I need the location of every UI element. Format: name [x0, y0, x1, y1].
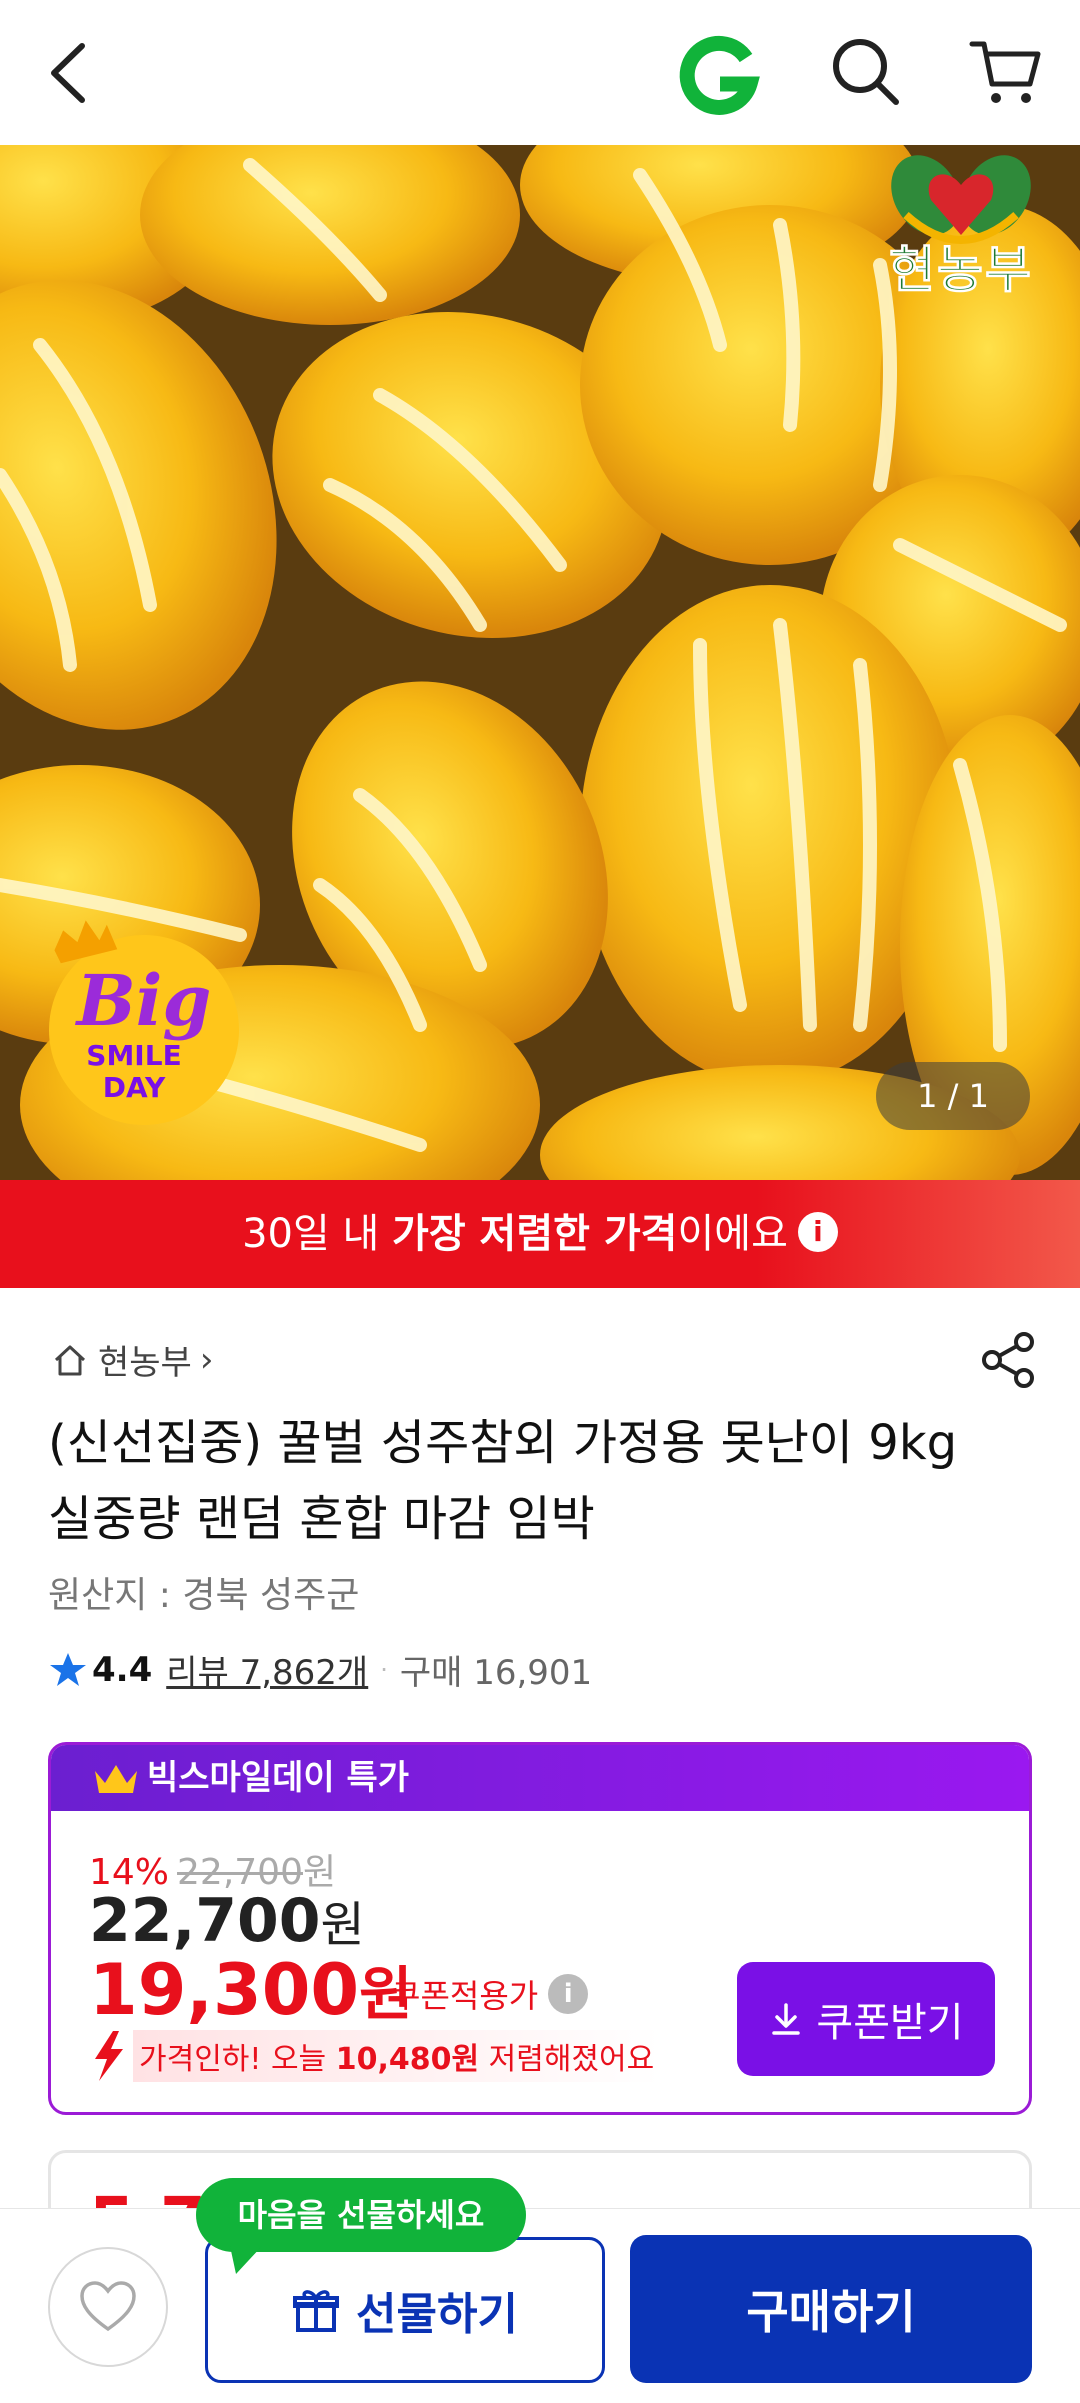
star-icon	[50, 1652, 86, 1686]
lowest-price-banner[interactable]: 30일 내 가장 저렴한 가격이에요 i	[0, 1180, 1080, 1288]
cart-icon[interactable]	[966, 34, 1046, 114]
banner-suffix: 이에요	[677, 1211, 788, 1257]
info-icon[interactable]: i	[548, 1974, 589, 2014]
seller-logo-text: 현농부	[889, 241, 1033, 300]
product-image[interactable]: 현농부 Big SMILE DAY 1 / 1	[0, 145, 1080, 1180]
sale-price-value: 22,700	[89, 1886, 321, 1956]
rating-row: 4.4 리뷰 7,862개 · 구매 16,901	[48, 1645, 592, 1694]
wishlist-button[interactable]	[48, 2247, 168, 2367]
get-coupon-button[interactable]: 쿠폰받기	[737, 1962, 995, 2076]
top-app-bar	[0, 0, 1080, 145]
price-cut-amount: 10,480원	[335, 2042, 480, 2077]
download-icon	[772, 2003, 801, 2035]
arrow-down-bolt-icon	[95, 2031, 123, 2081]
info-icon[interactable]: i	[797, 1212, 838, 1252]
gift-icon	[293, 2290, 340, 2332]
gift-tooltip: 마음을 선물하세요	[196, 2178, 526, 2252]
sale-price: 22,700원	[89, 1885, 365, 1956]
seller-link[interactable]: 현농부 ›	[50, 1335, 213, 1384]
banner-prefix: 30일 내	[242, 1211, 393, 1257]
price-cut-suffix: 저렴해졌어요	[479, 2042, 655, 2077]
price-card: 빅스마일데이 특가 14% 22,700원 22,700원 19,300원 쿠폰적…	[48, 1742, 1032, 2115]
badge-line-day: DAY	[103, 1071, 166, 1104]
bottom-action-bar: 선물하기 구매하기	[0, 2208, 1080, 2403]
crown-icon	[95, 1765, 137, 1793]
search-icon[interactable]	[826, 32, 906, 112]
home-icon	[54, 1345, 86, 1375]
coupon-price-value: 19,300	[89, 1949, 360, 2031]
coupon-price-label-row: 쿠폰적용가 i	[391, 1971, 589, 2017]
big-smile-day-badge: Big SMILE DAY	[49, 920, 239, 1125]
coupon-price: 19,300원	[89, 1947, 413, 2031]
badge-line-big: Big	[75, 959, 212, 1042]
banner-highlight: 가장 저렴한 가격	[392, 1211, 678, 1257]
gift-button-label: 선물하기	[356, 2289, 518, 2340]
sale-price-unit: 원	[320, 1897, 365, 1953]
coupon-price-label: 쿠폰적용가	[391, 1977, 539, 2015]
chevron-right-icon: ›	[199, 1339, 214, 1380]
share-icon[interactable]	[976, 1328, 1040, 1392]
buy-button[interactable]: 구매하기	[630, 2235, 1032, 2383]
image-pager: 1 / 1	[876, 1062, 1030, 1130]
rating-score: 4.4	[92, 1649, 153, 1690]
price-card-title: 빅스마일데이 특가	[147, 1758, 410, 1798]
review-count-link[interactable]: 리뷰 7,862개	[166, 1645, 368, 1694]
seller-name: 현농부	[98, 1343, 192, 1383]
price-card-header: 빅스마일데이 특가	[51, 1745, 1029, 1811]
purchase-count: 구매 16,901	[399, 1653, 593, 1693]
chevron-left-icon[interactable]	[40, 38, 100, 108]
tooltip-tail	[230, 2246, 262, 2274]
badge-line-smile: SMILE	[86, 1039, 181, 1072]
gmarket-g-icon[interactable]	[676, 34, 760, 118]
get-coupon-label: 쿠폰받기	[816, 2000, 964, 2046]
price-cut-prefix: 가격인하! 오늘	[139, 2042, 336, 2077]
product-title: (신선집중) 꿀벌 성주참외 가정용 못난이 9kg 실중량 랜덤 혼합 마감 …	[48, 1415, 958, 1547]
separator-dot: ·	[380, 1655, 388, 1684]
heart-icon	[80, 2281, 136, 2332]
price-cut-notice: 가격인하! 오늘 10,480원 저렴해졌어요	[89, 2030, 661, 2082]
origin-text: 원산지 : 경북 성주군	[48, 1575, 360, 1616]
